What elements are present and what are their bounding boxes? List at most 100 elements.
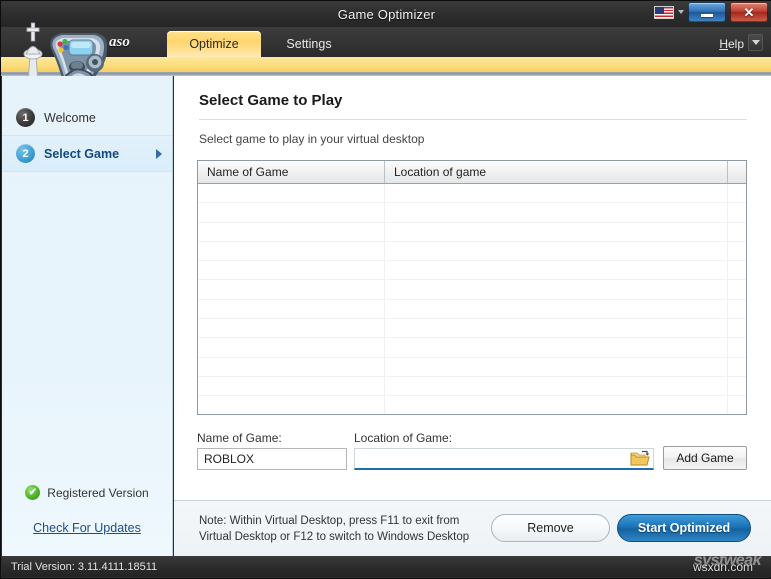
table-cell [385, 396, 728, 414]
table-cell [198, 300, 385, 318]
column-header-name[interactable]: Name of Game [198, 161, 385, 183]
brand-logo-text: aso [109, 34, 130, 51]
table-row-empty[interactable] [198, 223, 746, 242]
table-row-empty[interactable] [198, 319, 746, 338]
check-circle-icon: ✔ [25, 485, 40, 500]
close-button[interactable]: ✕ [730, 2, 768, 22]
table-cell [728, 396, 746, 414]
table-cell [385, 203, 728, 221]
table-row-empty[interactable] [198, 358, 746, 377]
table-row-empty[interactable] [198, 242, 746, 261]
table-cell [728, 223, 746, 241]
table-cell [198, 358, 385, 376]
table-row-empty[interactable] [198, 203, 746, 222]
window-controls: ✕ [652, 2, 768, 22]
name-of-game-label: Name of Game: [197, 431, 347, 445]
help-dropdown-button[interactable] [748, 34, 763, 51]
help-label: elp [728, 37, 744, 51]
accent-bar [1, 57, 771, 72]
chevron-down-icon [678, 10, 684, 14]
column-header-location[interactable]: Location of game [385, 161, 728, 183]
table-cell [198, 377, 385, 395]
column-header-extra[interactable] [728, 161, 746, 183]
table-cell [198, 396, 385, 414]
check-for-updates-link[interactable]: Check For Updates [2, 521, 172, 535]
table-cell [198, 184, 385, 202]
note-line-1: Note: Within Virtual Desktop, press F11 … [199, 515, 459, 527]
status-bar: Trial Version: 3.11.4111.18511 systweak … [2, 556, 771, 577]
table-row-empty[interactable] [198, 338, 746, 357]
table-cell [198, 261, 385, 279]
table-cell [385, 261, 728, 279]
table-cell [385, 223, 728, 241]
help-menu[interactable]: Help [719, 37, 744, 51]
table-row-empty[interactable] [198, 377, 746, 396]
registration-status: ✔ Registered Version [2, 485, 172, 500]
table-cell [728, 242, 746, 260]
table-cell [198, 338, 385, 356]
add-game-button[interactable]: Add Game [663, 446, 747, 470]
minimize-icon [701, 14, 713, 17]
table-cell [728, 300, 746, 318]
table-cell [728, 261, 746, 279]
app-window: Game Optimizer ✕ aso Optimize Settings H… [0, 0, 771, 579]
table-row-empty[interactable] [198, 280, 746, 299]
table-cell [728, 358, 746, 376]
tab-optimize[interactable]: Optimize [167, 31, 261, 57]
help-accesskey: H [719, 37, 728, 51]
table-row-empty[interactable] [198, 261, 746, 280]
table-cell [385, 319, 728, 337]
table-cell [728, 184, 746, 202]
us-flag-icon [654, 6, 674, 19]
sidebar: 1 Welcome 2 Select Game ✔ Registered Ver… [2, 76, 173, 558]
note-line-2: Virtual Desktop or F12 to switch to Wind… [199, 531, 469, 543]
table-body [198, 184, 746, 415]
table-cell [385, 242, 728, 260]
step-number-badge: 1 [16, 108, 35, 127]
chevron-right-icon [156, 149, 162, 159]
main-content: Select Game to Play Select game to play … [174, 76, 771, 500]
page-title: Select Game to Play [199, 92, 342, 109]
trial-version-text: Trial Version: 3.11.4111.18511 [11, 561, 157, 573]
table-row-empty[interactable] [198, 396, 746, 415]
title-divider [199, 119, 747, 120]
table-cell [198, 280, 385, 298]
table-cell [198, 203, 385, 221]
sidebar-item-select-game[interactable]: 2 Select Game [2, 136, 172, 172]
games-table[interactable]: Name of Game Location of game [197, 160, 747, 415]
virtual-desktop-note: Note: Within Virtual Desktop, press F11 … [199, 513, 479, 545]
table-row-empty[interactable] [198, 300, 746, 319]
sidebar-item-welcome[interactable]: 1 Welcome [2, 100, 172, 136]
table-cell [198, 242, 385, 260]
language-flag-button[interactable] [652, 4, 685, 21]
start-optimized-button[interactable]: Start Optimized [617, 514, 751, 542]
table-cell [385, 280, 728, 298]
table-cell [385, 358, 728, 376]
sidebar-item-label: Welcome [44, 111, 96, 125]
chevron-down-icon [752, 40, 760, 45]
location-of-game-input[interactable] [355, 450, 630, 468]
title-bar: Game Optimizer ✕ [1, 1, 771, 27]
location-input-wrapper[interactable] [354, 448, 654, 470]
table-cell [198, 319, 385, 337]
table-cell [385, 338, 728, 356]
watermark-url: wsxdn.com [693, 560, 753, 574]
close-icon: ✕ [744, 6, 755, 19]
page-subtitle: Select game to play in your virtual desk… [199, 132, 424, 146]
folder-open-icon[interactable] [630, 450, 650, 467]
registration-label: Registered Version [47, 486, 148, 500]
add-game-form: Name of Game: Location of Game: [197, 431, 747, 470]
name-of-game-input[interactable] [197, 448, 347, 470]
table-cell [728, 203, 746, 221]
minimize-button[interactable] [688, 2, 726, 22]
tab-settings[interactable]: Settings [263, 31, 355, 57]
table-cell [385, 184, 728, 202]
table-cell [198, 223, 385, 241]
table-cell [728, 338, 746, 356]
table-cell [728, 280, 746, 298]
location-of-game-field-group: Location of Game: [354, 431, 654, 470]
location-of-game-label: Location of Game: [354, 431, 654, 445]
remove-button[interactable]: Remove [491, 514, 610, 542]
table-cell [728, 377, 746, 395]
table-row-empty[interactable] [198, 184, 746, 203]
